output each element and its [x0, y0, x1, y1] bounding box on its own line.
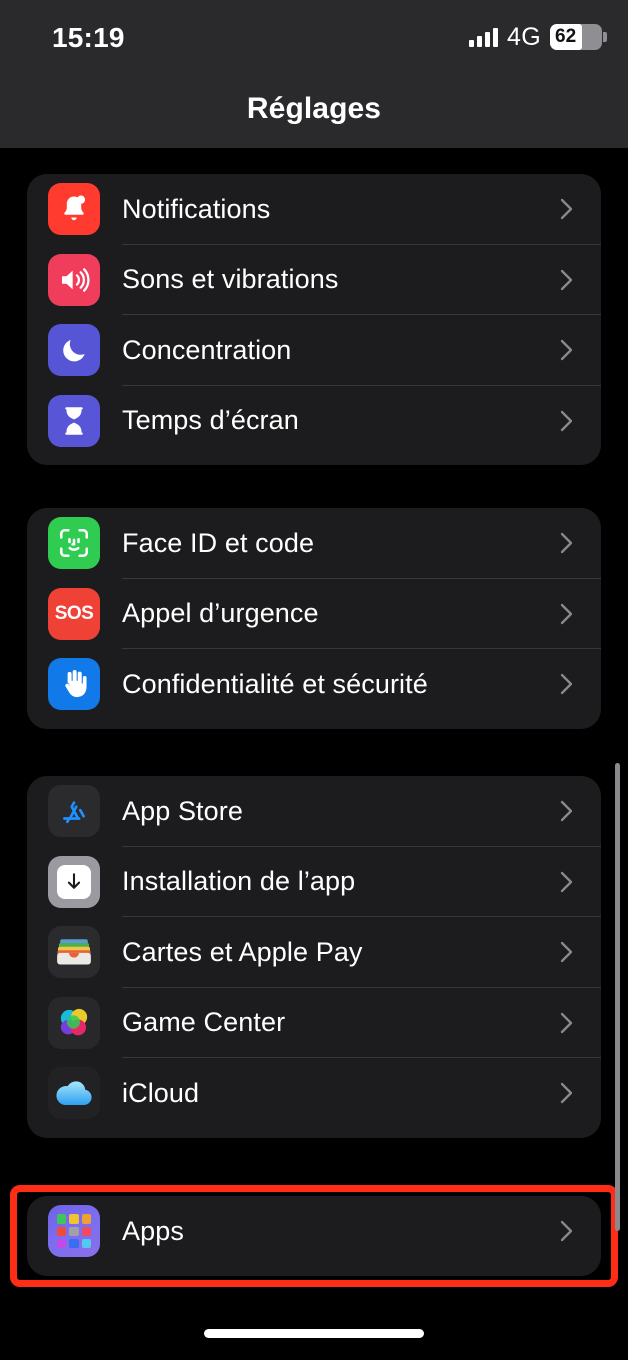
settings-row[interactable]: Cartes et Apple Pay [27, 917, 601, 988]
navigation-bar: Réglages [0, 72, 628, 148]
home-indicator [204, 1329, 424, 1338]
chevron-right-icon [560, 1012, 573, 1034]
group-security: Face ID et code SOS Appel d’urgence Confide… [27, 508, 601, 729]
settings-row[interactable]: Temps d’écran [27, 386, 601, 457]
settings-row-label: Cartes et Apple Pay [122, 936, 363, 967]
chevron-right-icon [560, 800, 573, 822]
bell-icon [48, 183, 100, 236]
settings-row[interactable]: iCloud [27, 1058, 601, 1129]
group-apps: Apps [27, 1196, 601, 1276]
download-arrow-icon [48, 855, 100, 908]
face-id-icon [48, 517, 100, 570]
icloud-icon [48, 1067, 100, 1120]
hourglass-icon [48, 394, 100, 447]
chevron-right-icon [560, 673, 573, 695]
speaker-wave-icon [48, 253, 100, 306]
vertical-scrollbar[interactable] [615, 763, 620, 1231]
settings-row-label: Temps d’écran [122, 405, 299, 436]
settings-row[interactable]: SOS Appel d’urgence [27, 579, 601, 649]
status-bar-network: 4G [507, 22, 541, 51]
page-title: Réglages [246, 92, 382, 125]
game-center-icon [48, 996, 100, 1049]
settings-row-label: iCloud [122, 1077, 200, 1108]
settings-row-label: Sons et vibrations [122, 264, 339, 295]
settings-row-label: Concentration [122, 334, 292, 365]
chevron-right-icon [560, 269, 573, 291]
chevron-right-icon [560, 410, 573, 432]
chevron-right-icon [560, 603, 573, 625]
wallet-icon [48, 926, 100, 979]
settings-row-label: App Store [122, 795, 243, 826]
settings-screen: 15:19 4G 62 Réglages Notifications Sons e… [0, 0, 628, 1360]
settings-row[interactable]: Installation de l’app [27, 847, 601, 917]
settings-row[interactable]: Apps [27, 1196, 601, 1267]
settings-row[interactable]: Face ID et code [27, 508, 601, 579]
group-notifications: Notifications Sons et vibrations Concentra… [27, 174, 601, 465]
settings-row-label: Apps [122, 1215, 184, 1246]
settings-row[interactable]: Game Center [27, 988, 601, 1058]
settings-row-label: Confidentialité et sécurité [122, 668, 428, 699]
sos-icon: SOS [48, 587, 100, 640]
settings-row[interactable]: Confidentialité et sécurité [27, 649, 601, 720]
battery-percent: 62 [555, 26, 577, 47]
settings-row[interactable]: Notifications [27, 174, 601, 245]
status-bar: 15:19 4G 62 [0, 0, 628, 72]
settings-list[interactable]: Notifications Sons et vibrations Concentra… [0, 148, 628, 1287]
app-store-icon [48, 785, 100, 838]
settings-row-label: Game Center [122, 1007, 286, 1038]
status-bar-time: 15:19 [52, 22, 125, 53]
moon-icon [48, 324, 100, 377]
chevron-right-icon [560, 871, 573, 893]
battery-icon: 62 [550, 24, 607, 50]
chevron-right-icon [560, 941, 573, 963]
group-services: App Store Installation de l’app Cartes et … [27, 776, 601, 1138]
chevron-right-icon [560, 1220, 573, 1242]
status-bar-indicators: 4G 62 [469, 22, 607, 52]
chevron-right-icon [560, 1082, 573, 1104]
apps-grid-icon [48, 1205, 100, 1258]
chevron-right-icon [560, 339, 573, 361]
chevron-right-icon [560, 198, 573, 220]
cellular-bars-icon [469, 27, 499, 47]
settings-row[interactable]: Sons et vibrations [27, 245, 601, 315]
settings-row-label: Notifications [122, 193, 271, 224]
settings-row-label: Installation de l’app [122, 866, 356, 897]
chevron-right-icon [560, 532, 573, 554]
settings-row[interactable]: App Store [27, 776, 601, 847]
settings-row[interactable]: Concentration [27, 315, 601, 386]
hand-raised-icon [48, 658, 100, 711]
battery-cap [603, 32, 607, 42]
settings-row-label: Face ID et code [122, 527, 315, 558]
settings-row-label: Appel d’urgence [122, 598, 319, 629]
